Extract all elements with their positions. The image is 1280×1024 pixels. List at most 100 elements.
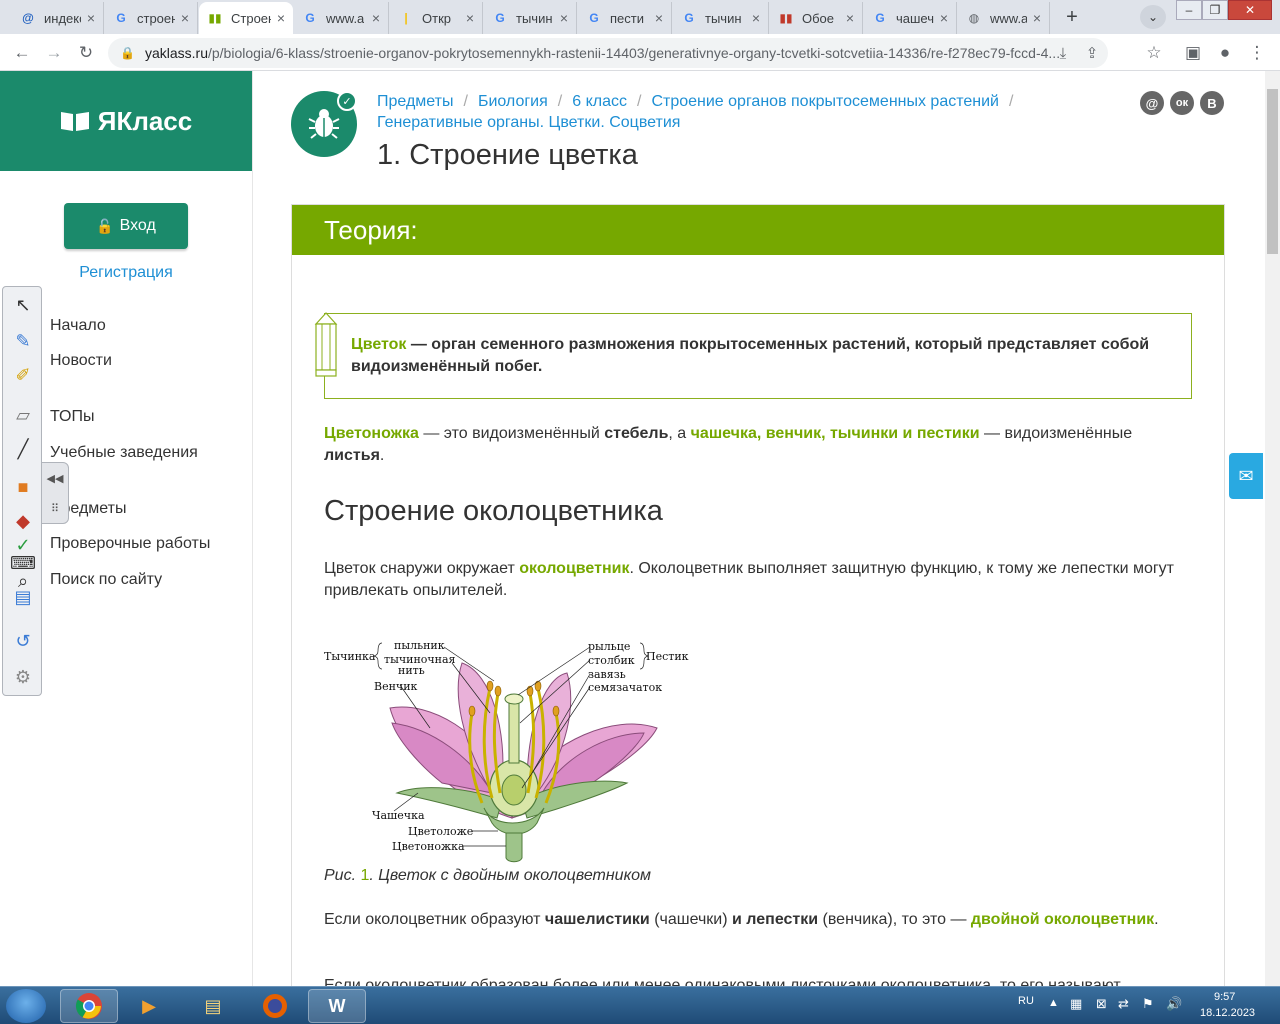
yaklass-logo[interactable]: ЯКласс	[0, 71, 252, 171]
line-icon[interactable]: ╱	[11, 437, 35, 461]
feedback-mail-button[interactable]: ✉	[1229, 453, 1263, 499]
menu-item-news[interactable]: Новости	[50, 352, 112, 370]
sync-icon[interactable]: ⇄	[1118, 996, 1129, 1012]
fill-icon[interactable]: ◆	[11, 509, 35, 533]
network-icon[interactable]: ▦	[1070, 996, 1082, 1012]
side-panel-icon[interactable]: ▣	[1181, 41, 1205, 65]
tab-close-icon[interactable]: ×	[460, 10, 474, 26]
menu-item-tops[interactable]: ТОПы	[50, 408, 95, 426]
browser-tab[interactable]: Gчашеч ×	[864, 2, 957, 34]
tab-label: индекс	[44, 10, 81, 26]
tab-favicon-icon: G	[495, 11, 505, 25]
scrollbar-thumb[interactable]	[1267, 89, 1278, 254]
drawing-toolbar: ↖ ✎ ✐ ▱ ╱ ■ ◆ ✓ ⌨ ⌕ ▤ ↺ ⚙	[2, 286, 42, 696]
tab-label: тычин	[705, 10, 742, 26]
browser-tab[interactable]: ◍ www.a ×	[958, 2, 1050, 34]
term-stem: стебель	[604, 425, 669, 442]
browser-tab[interactable]: ▮▮ Строение×	[199, 2, 293, 34]
url-domain: yaklass.ru	[144, 45, 208, 61]
arrow-pointer-icon[interactable]: ↖	[11, 293, 35, 317]
clock-time[interactable]: 9:57	[1214, 991, 1235, 1003]
minimize-button[interactable]: –	[1176, 0, 1202, 20]
chrome-taskbar-icon[interactable]	[60, 989, 118, 1023]
tab-search-button[interactable]: ⌄	[1140, 5, 1166, 29]
download-icon[interactable]: ⤓	[1051, 38, 1075, 68]
profile-icon[interactable]: ●	[1213, 41, 1237, 65]
breadcrumb-item[interactable]: Строение органов покрытосеменных растени…	[651, 93, 999, 110]
toolbar-collapse-tab[interactable]: ◀◀ ⠿	[41, 462, 69, 524]
show-hidden-icons[interactable]: ▲	[1048, 997, 1059, 1009]
word-taskbar-icon[interactable]: W	[308, 989, 366, 1023]
browser-tab[interactable]: Gwww.a ×	[294, 2, 389, 34]
tab-close-icon[interactable]: ×	[746, 10, 760, 26]
mailru-icon[interactable]: @	[1140, 91, 1164, 115]
browser-tab[interactable]: ▮▮ Обое ×	[770, 2, 863, 34]
new-tab-button[interactable]: +	[1058, 5, 1086, 29]
start-button[interactable]	[6, 989, 46, 1023]
tab-close-icon[interactable]: ×	[840, 10, 854, 26]
menu-item-search[interactable]: Поиск по сайту	[50, 571, 162, 589]
settings-gear-icon[interactable]: ⚙	[11, 665, 35, 689]
tab-close-icon[interactable]: ×	[934, 10, 948, 26]
breadcrumb-item[interactable]: Предметы	[377, 93, 453, 110]
tab-close-icon[interactable]: ×	[175, 10, 189, 26]
media-player-taskbar-icon[interactable]: ▶	[120, 989, 178, 1023]
reload-icon[interactable]: ↻	[74, 41, 98, 65]
text: — видоизменённые	[979, 425, 1133, 442]
address-bar[interactable]: 🔒 yaklass.ru/p/biologia/6-klass/stroenie…	[108, 38, 1108, 68]
tab-close-icon[interactable]: ×	[1027, 10, 1041, 26]
bookmark-star-icon[interactable]: ☆	[1142, 41, 1166, 65]
menu-item-home[interactable]: Начало	[50, 317, 106, 335]
figure-caption: Рис. 1. Цветок с двойным околоцветником	[324, 867, 651, 885]
page-scrollbar[interactable]	[1265, 71, 1280, 986]
vk-icon[interactable]: В	[1200, 91, 1224, 115]
definition-text: — орган семенного размножения покрытосем…	[351, 336, 1150, 375]
firefox-taskbar-icon[interactable]	[246, 989, 304, 1023]
text: — это видоизменённый	[418, 425, 605, 442]
highlighter-icon[interactable]: ✐	[11, 363, 35, 387]
flag-icon[interactable]: ⚑	[1142, 996, 1154, 1012]
tab-close-icon[interactable]: ×	[649, 10, 663, 26]
close-window-button[interactable]: ✕	[1228, 0, 1272, 20]
breadcrumb-item[interactable]: Генеративные органы. Цветки. Соцветия	[377, 114, 680, 131]
tab-label: пести	[610, 10, 644, 26]
undo-icon[interactable]: ↺	[11, 629, 35, 653]
tab-favicon-icon: G	[589, 11, 599, 25]
browser-tab[interactable]: Gтычин ×	[673, 2, 769, 34]
menu-dots-icon[interactable]: ⋮	[1245, 41, 1269, 65]
forward-icon[interactable]: →	[42, 41, 66, 65]
eraser-icon[interactable]: ▱	[11, 403, 35, 427]
tab-favicon-icon: G	[875, 11, 885, 25]
explorer-taskbar-icon[interactable]: ▤	[184, 989, 242, 1023]
menu-item-schools[interactable]: Учебные заведения	[50, 444, 198, 462]
breadcrumb-item[interactable]: 6 класс	[572, 93, 627, 110]
odnoklassniki-icon[interactable]: ок	[1170, 91, 1194, 115]
tab-label: Обое	[802, 10, 835, 26]
pen-icon[interactable]: ✎	[11, 329, 35, 353]
login-button[interactable]: 🔓 Вход	[64, 203, 188, 249]
note-icon[interactable]: ▤	[11, 585, 35, 609]
restore-button[interactable]: ❐	[1202, 0, 1228, 20]
browser-tab[interactable]: Gтычин ×	[484, 2, 577, 34]
navigation-bar: ← → ↻ 🔒 yaklass.ru/p/biologia/6-klass/st…	[0, 34, 1280, 71]
tab-favicon-icon: G	[116, 11, 126, 25]
register-link[interactable]: Регистрация	[0, 264, 252, 282]
language-indicator[interactable]: RU	[1018, 995, 1034, 1007]
breadcrumb-item[interactable]: Биология	[478, 93, 548, 110]
volume-icon[interactable]: 🔊	[1166, 996, 1182, 1012]
browser-tab[interactable]: @ индекс×	[12, 2, 104, 34]
browser-tab[interactable]: Gстроение×	[105, 2, 198, 34]
back-icon[interactable]: ←	[10, 41, 34, 65]
tab-close-icon[interactable]: ×	[81, 10, 95, 26]
tab-close-icon[interactable]: ×	[366, 10, 380, 26]
security-icon[interactable]: ⊠	[1096, 996, 1107, 1012]
clock-date[interactable]: 18.12.2023	[1200, 1007, 1255, 1019]
browser-tab[interactable]: Gпести ×	[578, 2, 672, 34]
shapes-icon[interactable]: ■	[11, 475, 35, 499]
tab-close-icon[interactable]: ×	[271, 10, 285, 26]
browser-tab[interactable]: | Откр ×	[390, 2, 483, 34]
tab-close-icon[interactable]: ×	[554, 10, 568, 26]
share-icon[interactable]: ⇪	[1080, 38, 1104, 68]
label-receptacle: Цветоложе	[408, 825, 473, 838]
menu-item-tests[interactable]: Проверочные работы	[50, 535, 210, 553]
